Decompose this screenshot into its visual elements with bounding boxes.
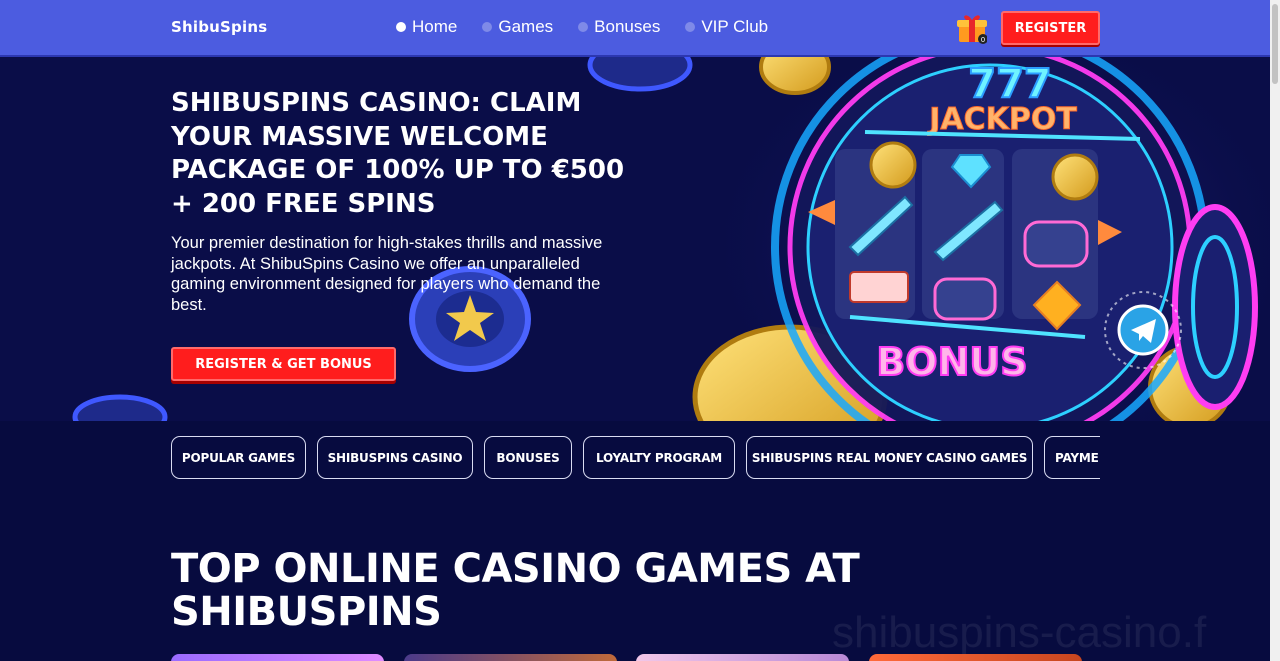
nav-item-bonuses[interactable]: Bonuses	[578, 17, 660, 37]
nav-item-label: VIP Club	[701, 17, 769, 36]
nav-item-label: Games	[498, 17, 554, 36]
nav-item-games[interactable]: Games	[482, 17, 553, 37]
gift-icon[interactable]: 0	[957, 12, 988, 44]
nav-dot-icon	[396, 22, 406, 32]
section-title: TOP ONLINE CASINO GAMES AT SHIBUSPINS	[171, 546, 860, 635]
scrollbar-thumb[interactable]	[1272, 4, 1278, 84]
nav-item-label: Bonuses	[594, 17, 661, 36]
watermark-text: shibuspins-casino.f	[832, 608, 1207, 657]
nav-item-home[interactable]: Home	[396, 17, 457, 37]
game-thumbnail[interactable]	[636, 654, 849, 661]
nav-dot-icon	[578, 22, 589, 32]
tab-payments[interactable]: PAYME	[1044, 436, 1100, 479]
game-thumbnail[interactable]	[869, 654, 1082, 661]
nav-dot-icon	[685, 22, 696, 32]
main-nav: Home Games Bonuses VIP Club	[396, 17, 793, 37]
register-button[interactable]: REGISTER	[1001, 11, 1100, 45]
nav-item-vip-club[interactable]: VIP Club	[685, 17, 768, 37]
game-thumbnail[interactable]	[171, 654, 384, 661]
nav-item-label: Home	[412, 17, 458, 36]
art-sevens-text: 777	[968, 61, 1052, 107]
gift-badge-count: 0	[981, 36, 985, 44]
page-scrollbar[interactable]	[1270, 0, 1280, 661]
tab-real-money-casino-games[interactable]: SHIBUSPINS REAL MONEY CASINO GAMES	[746, 436, 1033, 479]
tab-loyalty-program[interactable]: LOYALTY PROGRAM	[583, 436, 735, 479]
register-get-bonus-button[interactable]: REGISTER & GET BONUS	[171, 347, 396, 381]
nav-dot-icon	[482, 22, 493, 32]
tab-shibuspins-casino[interactable]: SHIBUSPINS CASINO	[317, 436, 473, 479]
art-bonus-text: BONUS	[876, 340, 1027, 384]
tab-popular-games[interactable]: POPULAR GAMES	[171, 436, 306, 479]
hero-banner: 777 JACKPOT BONUS SHIBUSPINS CASINO: CLA…	[0, 57, 1270, 421]
tab-bonuses[interactable]: BONUSES	[484, 436, 572, 479]
art-jackpot-text: JACKPOT	[927, 102, 1077, 137]
site-logo[interactable]: ShibuSpins	[171, 18, 267, 36]
section-tabs: POPULAR GAMES SHIBUSPINS CASINO BONUSES …	[171, 436, 1100, 479]
hero-title: SHIBUSPINS CASINO: CLAIM YOUR MASSIVE WE…	[171, 88, 625, 219]
hero-description: Your premier destination for high-stakes…	[171, 234, 603, 314]
site-header: ShibuSpins Home Games Bonuses VIP Club 0	[0, 0, 1270, 57]
game-thumbnail[interactable]	[404, 654, 617, 661]
